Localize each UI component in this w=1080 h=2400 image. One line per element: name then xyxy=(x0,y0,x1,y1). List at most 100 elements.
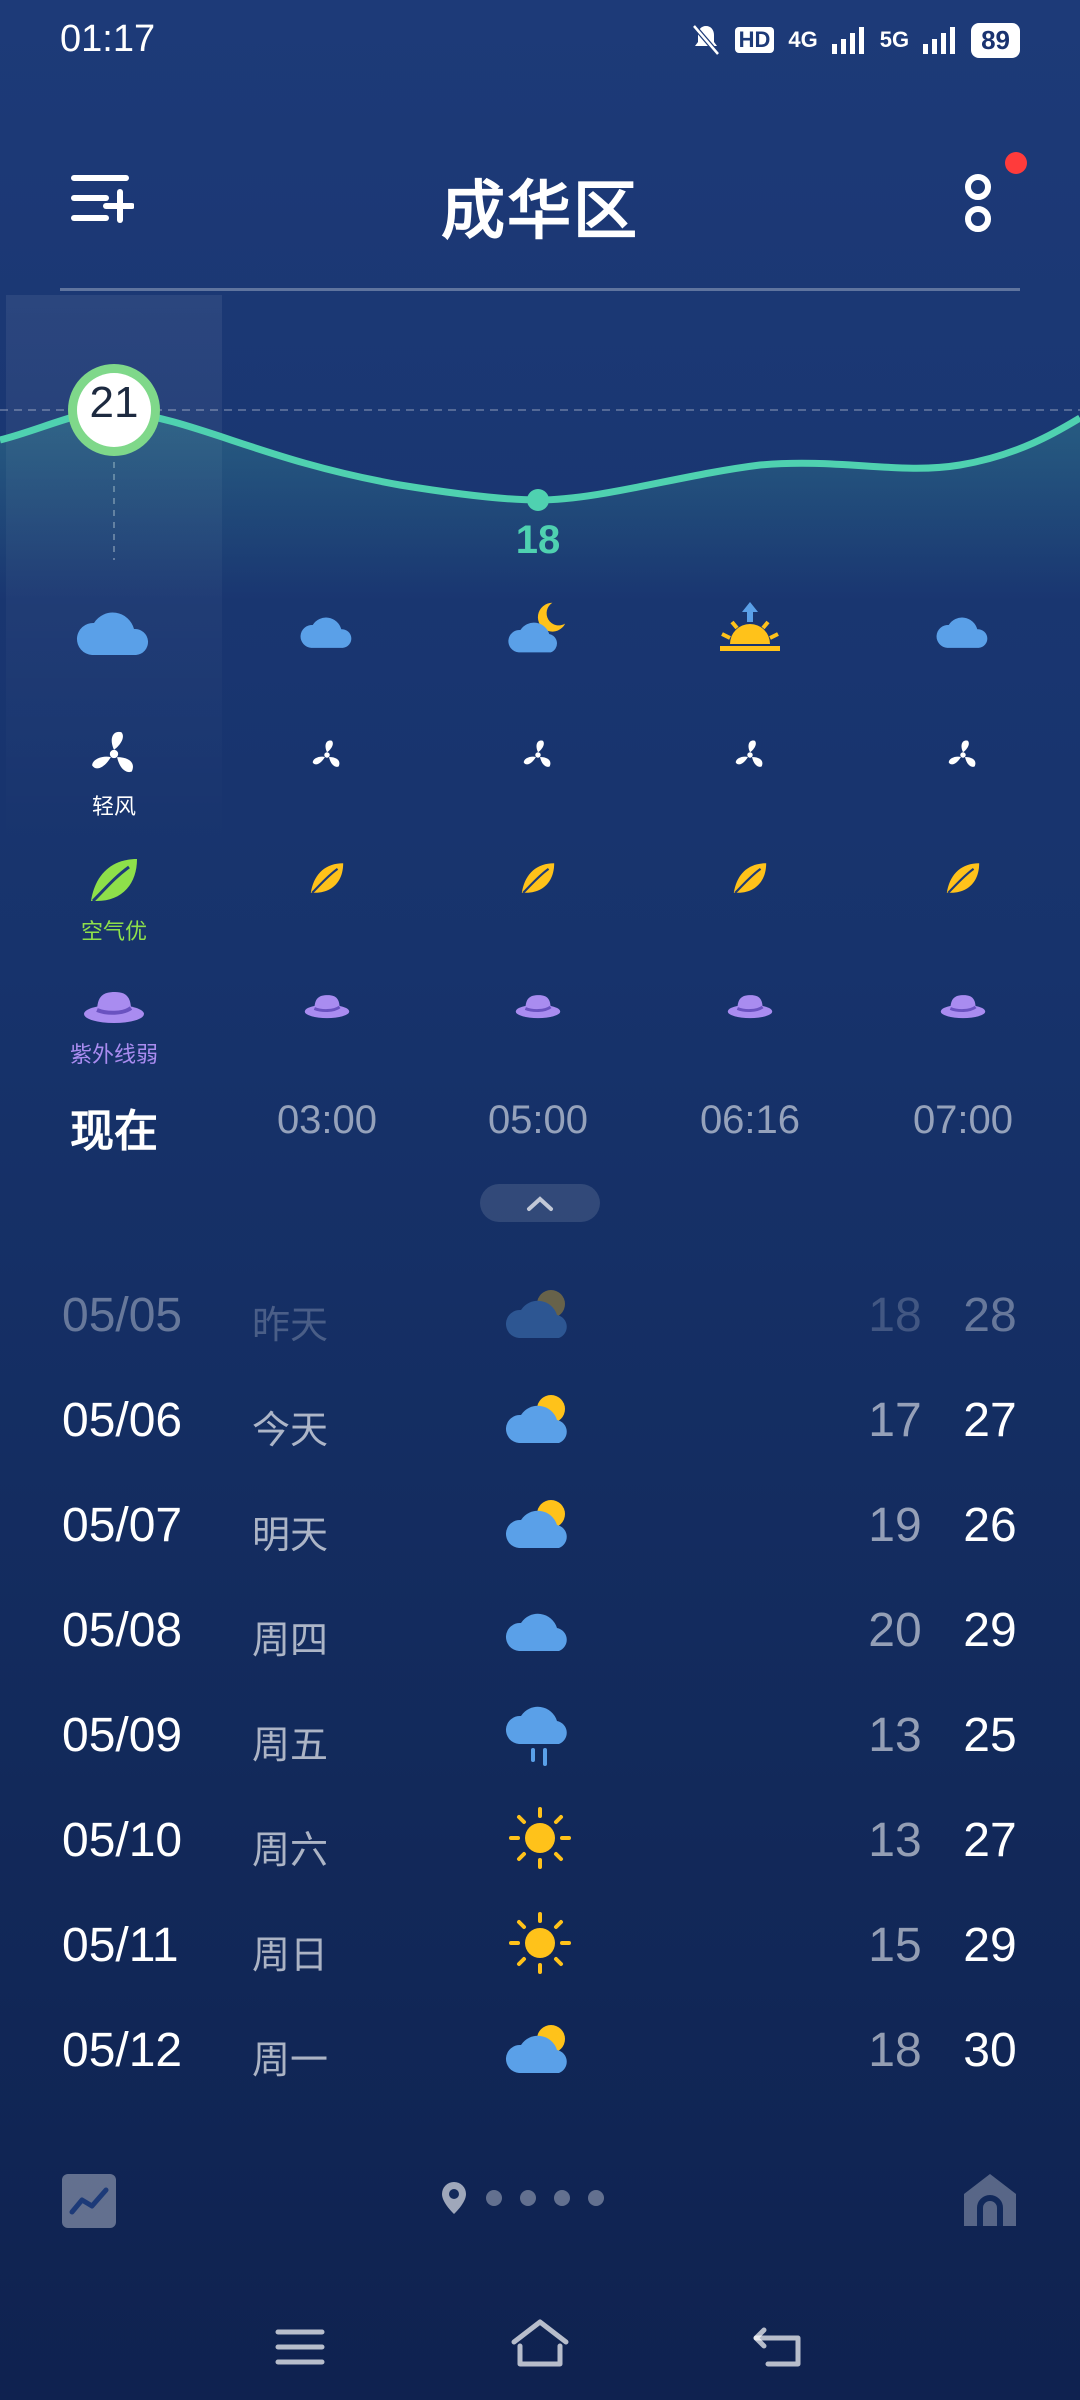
day-high-temp: 29 xyxy=(963,1919,1017,1972)
hour-label: 03:00 xyxy=(276,1098,378,1142)
min-temp-point xyxy=(527,489,549,511)
cloud-icon xyxy=(300,617,352,648)
hourly-wind-2 xyxy=(468,738,608,777)
chevron-up-icon xyxy=(527,1196,553,1211)
status-icons: HD 4G 5G 89 xyxy=(691,20,1020,60)
back-nav-icon[interactable] xyxy=(750,2320,810,2372)
partly-cloudy-icon xyxy=(505,1395,567,1443)
page-dot[interactable] xyxy=(520,2190,536,2206)
cloud-moon-icon xyxy=(508,602,566,653)
day-name: 周五 xyxy=(252,1725,329,1767)
hour-label: 05:00 xyxy=(487,1098,589,1142)
cloud-icon xyxy=(76,612,149,655)
day-date: 05/08 xyxy=(62,1604,183,1657)
trend-chart-icon xyxy=(69,2187,109,2215)
day-low-temp: 18 xyxy=(868,2024,922,2077)
air-label: 空气优 xyxy=(80,919,147,944)
min-temp-value: 18 xyxy=(515,518,561,562)
status-time: 01:17 xyxy=(60,18,156,60)
daily-row[interactable]: 05/11 周日 15 29 xyxy=(0,1912,1080,2018)
daily-row[interactable]: 05/07 明天 19 26 xyxy=(0,1498,1080,1598)
day-low-temp: 19 xyxy=(868,1499,922,1552)
hourly-uv-4 xyxy=(893,992,1033,1027)
day-date: 05/06 xyxy=(62,1394,183,1447)
location-pin-icon xyxy=(442,2182,466,2214)
sun-icon xyxy=(509,1912,571,1974)
day-high-temp: 27 xyxy=(963,1814,1017,1867)
hour-label: 06:16 xyxy=(699,1098,801,1142)
trend-button[interactable] xyxy=(62,2174,116,2228)
day-low-temp: 17 xyxy=(868,1394,922,1447)
day-high-temp: 28 xyxy=(963,1289,1017,1342)
hat-icon xyxy=(940,995,986,1019)
daily-row[interactable]: 05/08 周四 20 29 xyxy=(0,1603,1080,1703)
house-icon xyxy=(964,2174,1016,2226)
hourly-wind-now: 轻风 xyxy=(44,728,184,821)
fan-icon xyxy=(735,740,763,767)
leaf-icon xyxy=(521,863,555,894)
hourly-air-1 xyxy=(257,860,397,901)
day-high-temp: 27 xyxy=(963,1394,1017,1447)
hourly-air-now: 空气优 xyxy=(44,855,184,946)
home-nav-icon[interactable] xyxy=(508,2316,572,2372)
collapse-button[interactable] xyxy=(480,1184,600,1222)
partly-cloudy-icon xyxy=(505,1500,567,1548)
day-low-temp: 20 xyxy=(868,1604,922,1657)
partly-cloudy-icon xyxy=(505,1290,567,1338)
day-high-temp: 25 xyxy=(963,1709,1017,1762)
hat-icon xyxy=(515,995,561,1019)
hourly-icon-1 xyxy=(257,605,397,660)
leaf-icon xyxy=(946,863,980,894)
system-nav-bar xyxy=(0,2290,1080,2400)
hd-badge: HD xyxy=(734,27,775,53)
header-divider xyxy=(60,288,1020,291)
hourly-air-3 xyxy=(680,860,820,901)
hourly-uv-now: 紫外线弱 xyxy=(44,988,184,1069)
signal-icon xyxy=(923,27,956,54)
day-high-temp: 26 xyxy=(963,1499,1017,1552)
battery-indicator: 89 xyxy=(971,22,1020,58)
uv-label: 紫外线弱 xyxy=(69,1042,158,1067)
daily-row[interactable]: 05/12 周一 18 30 xyxy=(0,2023,1080,2123)
day-low-temp: 13 xyxy=(868,1709,922,1762)
sunrise-icon xyxy=(720,602,780,651)
status-bar: 01:17 HD 4G 5G 89 xyxy=(0,0,1080,80)
notification-dot xyxy=(1005,152,1027,174)
rain-icon xyxy=(505,1706,567,1766)
daily-row[interactable]: 05/05 昨天 18 28 xyxy=(0,1288,1080,1388)
partly-cloudy-icon xyxy=(505,2025,567,2073)
page-dot[interactable] xyxy=(588,2190,604,2206)
day-low-temp: 13 xyxy=(868,1814,922,1867)
page-dot[interactable] xyxy=(486,2190,502,2206)
day-date: 05/05 xyxy=(62,1289,183,1342)
leaf-icon xyxy=(91,859,137,903)
leaf-icon xyxy=(733,863,767,894)
hourly-air-2 xyxy=(468,860,608,901)
signal-icon xyxy=(831,27,864,54)
hat-icon xyxy=(84,992,144,1023)
day-low-temp: 18 xyxy=(868,1289,922,1342)
hourly-air-4 xyxy=(893,860,1033,901)
day-date: 05/12 xyxy=(62,2024,183,2077)
home-button[interactable] xyxy=(960,2170,1020,2228)
day-name: 周四 xyxy=(252,1620,329,1662)
day-name: 周日 xyxy=(252,1935,329,1977)
network-4g: 4G xyxy=(788,27,818,52)
daily-row[interactable]: 05/10 周六 13 27 xyxy=(0,1807,1080,1913)
hourly-uv-2 xyxy=(468,992,608,1027)
mute-bell-icon xyxy=(691,24,720,56)
more-icon xyxy=(965,174,991,232)
daily-row[interactable]: 05/06 今天 17 27 xyxy=(0,1393,1080,1493)
hourly-wind-3 xyxy=(680,738,820,777)
network-5g: 5G xyxy=(879,27,910,52)
day-high-temp: 29 xyxy=(963,1604,1017,1657)
more-options-button[interactable] xyxy=(950,165,1010,245)
fan-icon xyxy=(312,740,340,767)
day-name: 明天 xyxy=(252,1515,329,1557)
hour-label: 07:00 xyxy=(912,1098,1014,1142)
menu-nav-icon[interactable] xyxy=(270,2324,330,2370)
day-high-temp: 30 xyxy=(963,2024,1017,2077)
page-dot[interactable] xyxy=(554,2190,570,2206)
daily-row[interactable]: 05/09 周五 13 25 xyxy=(0,1706,1080,1808)
current-temp-value: 21 xyxy=(89,378,139,427)
